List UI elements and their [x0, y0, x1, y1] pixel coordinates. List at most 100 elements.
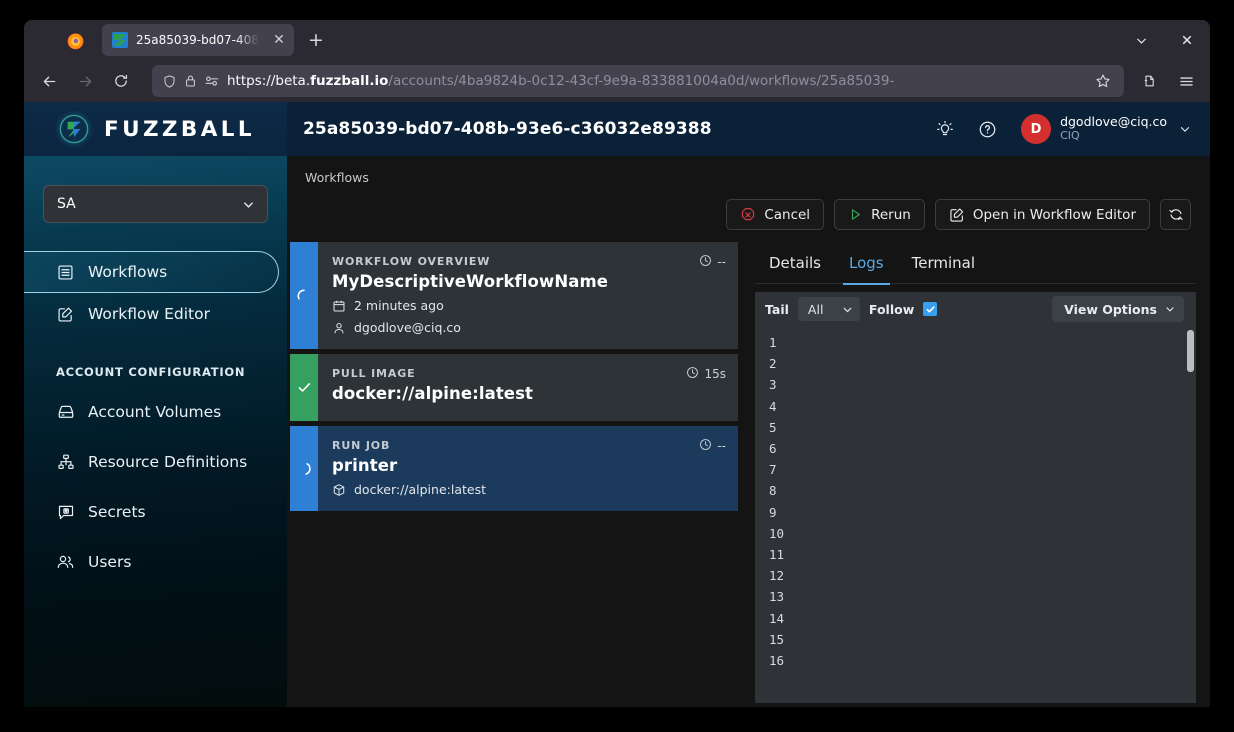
sidebar-item-resource-definitions[interactable]: Resource Definitions	[24, 437, 287, 487]
card-duration: --	[699, 438, 726, 454]
cancel-button[interactable]: Cancel	[726, 199, 825, 230]
forward-button-icon[interactable]	[68, 65, 102, 97]
user-menu[interactable]: D dgodlove@ciq.co CIQ	[1021, 114, 1192, 144]
cancel-button-label: Cancel	[764, 206, 811, 223]
extensions-icon[interactable]	[1134, 65, 1166, 97]
url-text: https://beta.fuzzball.io/accounts/4ba982…	[227, 73, 895, 89]
log-output[interactable]: 1 2 3 4 5 6 7 8 9 10 11 12 13 14 15 16	[755, 326, 1196, 703]
spinner-icon	[305, 462, 311, 475]
sidebar-item-workflow-editor[interactable]: Workflow Editor	[24, 293, 287, 335]
log-scrollbar-track[interactable]	[1186, 328, 1194, 703]
chevron-down-icon	[1178, 122, 1192, 136]
sidebar-item-label: Account Volumes	[88, 403, 222, 421]
log-line: 8	[769, 483, 777, 499]
hard-drive-icon	[56, 403, 75, 422]
chevron-down-icon	[1164, 303, 1176, 315]
log-line: 5	[769, 419, 777, 435]
cancel-octagon-icon	[740, 207, 756, 223]
secret-badge-icon	[56, 503, 75, 522]
workflow-card-pull-image[interactable]: PULL IMAGE docker://alpine:latest 15s	[290, 354, 738, 421]
log-line: 2	[769, 356, 777, 372]
sidebar-item-account-volumes[interactable]: Account Volumes	[24, 387, 287, 437]
log-line: 1	[769, 335, 777, 350]
card-duration: 15s	[686, 366, 726, 382]
tab-terminal[interactable]: Terminal	[898, 242, 989, 284]
tab-logs[interactable]: Logs	[835, 242, 898, 285]
list-icon	[56, 263, 75, 282]
sidebar-item-label: Resource Definitions	[88, 453, 248, 471]
back-button-icon[interactable]	[32, 65, 66, 97]
check-icon	[926, 305, 935, 312]
log-scrollbar-thumb[interactable]	[1187, 330, 1194, 372]
status-strip-running	[290, 242, 318, 349]
help-circle-icon[interactable]	[973, 115, 1001, 143]
open-in-workflow-editor-button[interactable]: Open in Workflow Editor	[934, 199, 1150, 230]
log-line: 15	[769, 631, 785, 647]
avatar: D	[1021, 114, 1052, 144]
action-toolbar: Cancel Rerun Open in Workflow Editor	[287, 185, 1210, 230]
new-tab-button[interactable]: +	[302, 26, 330, 54]
tail-select[interactable]: All	[797, 297, 860, 321]
breadcrumb[interactable]: Workflows	[287, 156, 1210, 185]
card-meta-owner: dgodlove@ciq.co	[332, 320, 725, 335]
workflow-card-run-job[interactable]: RUN JOB printer docker://alpine:latest -…	[290, 426, 738, 511]
spinner-icon	[297, 289, 305, 300]
sidebar: SA Workflows Workflow Editor ACCOUNT CON…	[24, 156, 287, 707]
status-strip-done	[290, 354, 318, 421]
account-select-value: SA	[57, 196, 76, 212]
log-line: 9	[769, 504, 777, 520]
clock-icon	[686, 366, 699, 382]
log-line: 14	[769, 610, 785, 626]
url-bar[interactable]: https://beta.fuzzball.io/accounts/4ba982…	[152, 65, 1124, 97]
theme-lightbulb-icon[interactable]	[931, 115, 959, 143]
status-strip-running	[290, 426, 318, 511]
tab-close-icon[interactable]: ✕	[270, 31, 288, 49]
logs-toolbar: Tail All Follow View Options	[755, 292, 1196, 326]
fuzzball-favicon-icon	[112, 32, 128, 48]
card-title: printer	[332, 456, 398, 475]
browser-nav-toolbar: https://beta.fuzzball.io/accounts/4ba982…	[24, 60, 1210, 102]
clock-icon	[699, 254, 712, 270]
logs-panel: Tail All Follow View Options 1 2 3 4 5 6…	[755, 292, 1196, 703]
panel-tabs: Details Logs Terminal	[755, 242, 1196, 285]
brand-block[interactable]: FUZZBALL	[24, 102, 287, 156]
follow-checkbox[interactable]	[923, 302, 938, 316]
browser-window: 25a85039-bd07-408b-93 ✕ +	[24, 20, 1210, 707]
log-line: 11	[769, 547, 785, 563]
hamburger-menu-icon[interactable]	[1170, 65, 1202, 97]
sidebar-item-users[interactable]: Users	[24, 537, 287, 587]
sidebar-section-label: ACCOUNT CONFIGURATION	[56, 365, 246, 379]
card-duration-text: --	[717, 255, 726, 269]
reload-button-icon[interactable]	[104, 65, 138, 97]
log-line: 13	[769, 589, 785, 605]
card-title: docker://alpine:latest	[332, 384, 534, 403]
sidebar-nav: Workflows Workflow Editor ACCOUNT CONFIG…	[24, 251, 287, 587]
log-line: 10	[769, 525, 785, 541]
page-content: FUZZBALL 25a85039-bd07-408b-93e6-c36032e…	[24, 102, 1210, 707]
app-header: FUZZBALL 25a85039-bd07-408b-93e6-c36032e…	[24, 102, 1210, 156]
window-minimize-icon[interactable]	[1118, 20, 1164, 60]
permissions-icon[interactable]	[204, 74, 220, 88]
view-options-button[interactable]: View Options	[1052, 296, 1184, 322]
rerun-button[interactable]: Rerun	[834, 199, 925, 230]
browser-tab[interactable]: 25a85039-bd07-408b-93 ✕	[102, 24, 294, 56]
log-line: 12	[769, 568, 785, 584]
workflow-card-overview[interactable]: WORKFLOW OVERVIEW MyDescriptiveWorkflowN…	[290, 242, 738, 349]
tail-select-value: All	[807, 301, 824, 317]
sidebar-item-secrets[interactable]: Secrets	[24, 487, 287, 537]
card-meta-created: 2 minutes ago	[332, 298, 725, 313]
account-select[interactable]: SA	[43, 185, 268, 223]
workflow-cards-list: WORKFLOW OVERVIEW MyDescriptiveWorkflowN…	[290, 242, 738, 703]
page-title: 25a85039-bd07-408b-93e6-c36032e89388	[303, 119, 712, 139]
tab-details[interactable]: Details	[755, 242, 835, 284]
window-close-icon[interactable]	[1164, 20, 1210, 60]
sidebar-item-label: Workflow Editor	[88, 305, 210, 323]
brand-name: FUZZBALL	[104, 116, 255, 142]
browser-tab-strip: 25a85039-bd07-408b-93 ✕ +	[24, 20, 1210, 60]
browser-toolbar-right	[1134, 65, 1202, 97]
detail-panel: Details Logs Terminal Tail All Follow Vi…	[755, 242, 1196, 703]
log-line: 3	[769, 377, 777, 393]
refresh-button[interactable]	[1160, 199, 1191, 230]
bookmark-star-icon[interactable]	[1090, 68, 1116, 94]
sidebar-item-workflows[interactable]: Workflows	[24, 251, 279, 293]
